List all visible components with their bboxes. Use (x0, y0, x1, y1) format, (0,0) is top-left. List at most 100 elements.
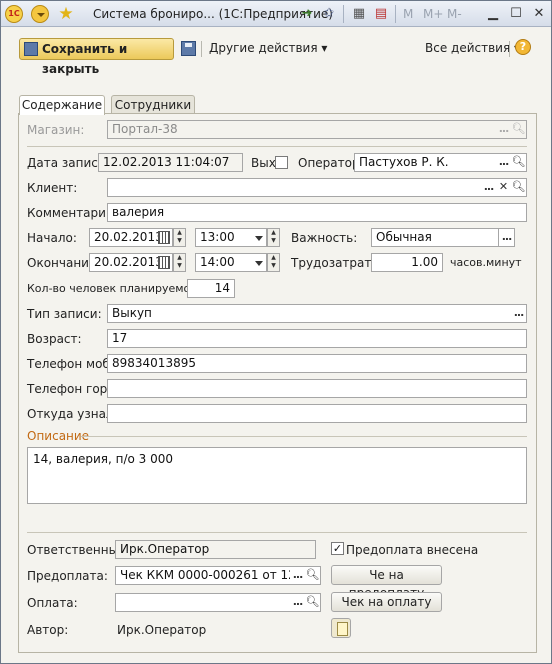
payment-label: Оплата: (27, 596, 78, 610)
labor-unit-label: часов.минут (450, 256, 522, 269)
importance-label: Важность: (291, 231, 358, 245)
labor-field[interactable]: 1.00 (371, 253, 443, 272)
start-label: Начало: (27, 231, 77, 245)
description-title: Описание (27, 429, 90, 443)
store-label: Магазин: (27, 123, 85, 137)
prepayment-label: Предоплата: (27, 569, 108, 583)
end-time-field[interactable]: 14:00 (195, 253, 267, 272)
app-window: 1С ★ Система брониро... (1С:Предприятие)… (0, 0, 552, 664)
client-select-button[interactable]: ... (481, 179, 496, 196)
forward-icon[interactable]: ➜ (299, 6, 315, 22)
start-date-field[interactable]: 20.02.2013 (89, 228, 173, 247)
save-and-close-button[interactable]: Сохранить и закрыть (19, 38, 174, 76)
store-search-icon: 🔍︎ (511, 122, 526, 135)
start-date-spinner[interactable]: ▲ ▼ (173, 228, 186, 247)
help-icon[interactable]: ? (515, 39, 531, 55)
payment-search-icon[interactable]: 🔍︎ (305, 594, 320, 611)
people-count-label: Кол-во человек планируемое: (27, 282, 201, 295)
description-textarea[interactable]: 14, валерия, п/о 3 000 (27, 447, 527, 504)
record-type-value: Выкуп (112, 306, 152, 320)
comment-label: Комментарий: (27, 206, 118, 220)
prepaid-label: Предоплата внесена (346, 543, 479, 557)
maximize-icon[interactable]: ☐ (506, 5, 526, 23)
start-time-dropdown-icon[interactable] (252, 229, 266, 246)
other-actions-menu[interactable]: Другие действия ▾ (209, 41, 327, 55)
importance-select-button[interactable]: ... (498, 228, 515, 247)
title-bar: 1С ★ Система брониро... (1С:Предприятие)… (1, 1, 551, 27)
end-time-spinner[interactable]: ▲ ▼ (267, 253, 280, 272)
window-title: Система брониро... (1С:Предприятие) (93, 7, 333, 21)
prepaid-checkbox[interactable]: ✓ (331, 542, 344, 555)
bookmark-icon[interactable]: ✩ (321, 6, 337, 22)
day-off-checkbox[interactable] (275, 156, 288, 169)
record-type-field[interactable]: Выкуп ... (107, 304, 527, 323)
main-menu-icon[interactable] (31, 5, 49, 23)
payment-field[interactable]: ... 🔍︎ (115, 593, 321, 612)
close-icon[interactable]: ✕ (529, 5, 549, 23)
start-date-value: 20.02.2013 (94, 230, 163, 244)
end-date-field[interactable]: 20.02.2013 (89, 253, 173, 272)
prepayment-field[interactable]: Чек ККМ 0000-000261 от 12.02.20 ... 🔍︎ (115, 566, 321, 585)
operator-value: Пастухов Р. К. (359, 155, 449, 169)
record-type-select-button[interactable]: ... (511, 305, 526, 322)
divider (27, 532, 527, 533)
save-and-close-label: Сохранить и закрыть (42, 42, 128, 76)
prepayment-check-button[interactable]: Че на предоплату (331, 565, 442, 600)
prepayment-select-button[interactable]: ... (290, 567, 305, 584)
calendar-icon[interactable]: ▤ (373, 6, 389, 22)
save-close-icon (24, 42, 38, 56)
end-date-spinner[interactable]: ▲ ▼ (173, 253, 186, 272)
store-select-button: ... (498, 122, 510, 135)
client-label: Клиент: (27, 181, 78, 195)
description-divider (81, 436, 527, 437)
store-value: Портал-38 (112, 122, 178, 136)
client-field[interactable]: ... ✕ 🔍︎ (107, 178, 527, 197)
notes-icon[interactable] (331, 618, 351, 638)
client-search-icon[interactable]: 🔍︎ (511, 179, 526, 196)
end-time-dropdown-icon[interactable] (252, 254, 266, 271)
mobile-phone-field[interactable]: 89834013895 (107, 354, 527, 373)
record-type-label: Тип записи: (27, 307, 102, 321)
toolbar-separator (201, 41, 202, 57)
people-count-field[interactable]: 14 (187, 279, 235, 298)
end-calendar-icon[interactable] (158, 256, 170, 269)
author-value: Ирк.Оператор (117, 623, 207, 637)
client-clear-icon[interactable]: ✕ (496, 179, 511, 196)
comment-field[interactable]: валерия (107, 203, 527, 222)
toolbar-separator (509, 41, 510, 57)
calculator-icon[interactable]: ▦ (351, 6, 367, 22)
city-phone-label: Телефон гор: (27, 382, 112, 396)
start-calendar-icon[interactable] (158, 231, 170, 244)
city-phone-field[interactable] (107, 379, 527, 398)
payment-select-button[interactable]: ... (290, 594, 305, 611)
responsible-field: Ирк.Оператор (115, 540, 316, 559)
tab-employees[interactable]: Сотрудники (111, 95, 195, 114)
author-label: Автор: (27, 623, 69, 637)
source-field[interactable] (107, 404, 527, 423)
minimize-icon[interactable]: ▁ (483, 5, 503, 23)
operator-field[interactable]: Пастухов Р. К. ... 🔍︎ (354, 153, 527, 172)
operator-search-icon[interactable]: 🔍︎ (511, 154, 526, 171)
all-actions-menu[interactable]: Все действия ▾ (425, 41, 520, 55)
memory-m-button[interactable]: M (403, 7, 413, 21)
importance-field[interactable]: Обычная (371, 228, 515, 247)
toolbar-divider (395, 5, 396, 23)
save-disk-icon[interactable] (181, 41, 196, 56)
favorite-star-icon[interactable]: ★ (57, 5, 75, 23)
age-label: Возраст: (27, 332, 82, 346)
memory-minus-button[interactable]: M- (447, 7, 462, 21)
prepayment-search-icon[interactable]: 🔍︎ (305, 567, 320, 584)
app-logo-icon: 1С (5, 5, 23, 23)
age-field[interactable]: 17 (107, 329, 527, 348)
start-time-field[interactable]: 13:00 (195, 228, 267, 247)
divider (27, 146, 527, 147)
memory-plus-button[interactable]: M+ (423, 7, 443, 21)
importance-select-dots: ... (501, 230, 513, 243)
record-date-field: 12.02.2013 11:04:07 (98, 153, 243, 172)
end-date-value: 20.02.2013 (94, 255, 163, 269)
start-time-spinner[interactable]: ▲ ▼ (267, 228, 280, 247)
end-time-value: 14:00 (200, 255, 235, 269)
operator-select-button[interactable]: ... (496, 154, 511, 171)
tab-content[interactable]: Содержание (19, 95, 105, 115)
payment-check-button[interactable]: Чек на оплату (331, 592, 442, 612)
